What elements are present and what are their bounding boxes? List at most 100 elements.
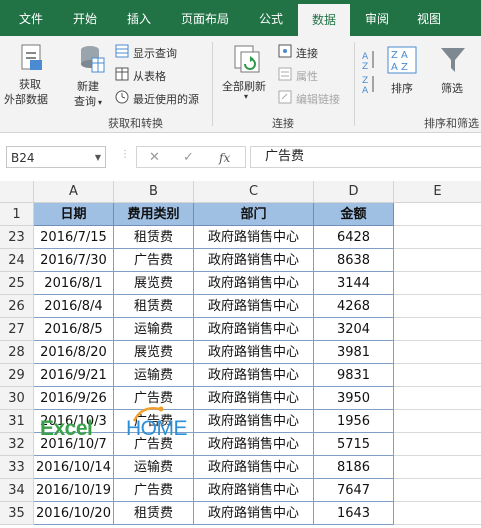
name-box[interactable]: B24 ▼: [6, 146, 106, 168]
edit-links-button[interactable]: 编辑链接: [296, 91, 340, 107]
empty-cell[interactable]: [394, 364, 481, 387]
amount-cell[interactable]: 1956: [314, 410, 394, 433]
row-header[interactable]: 23: [0, 226, 34, 249]
column-header-d[interactable]: D: [314, 181, 394, 203]
tab-file[interactable]: 文件: [8, 0, 54, 36]
table-header-cell[interactable]: 日期: [34, 203, 114, 226]
table-header-cell[interactable]: 费用类别: [114, 203, 194, 226]
column-header-b[interactable]: B: [114, 181, 194, 203]
tab-review[interactable]: 审阅: [354, 0, 400, 36]
properties-button[interactable]: 属性: [296, 68, 318, 84]
get-external-data-button[interactable]: 获取: [19, 76, 41, 92]
department-cell[interactable]: 政府路销售中心: [194, 364, 314, 387]
category-cell[interactable]: 广告费: [114, 249, 194, 272]
enter-icon[interactable]: ✓: [183, 147, 194, 169]
category-cell[interactable]: 运输费: [114, 318, 194, 341]
department-cell[interactable]: 政府路销售中心: [194, 479, 314, 502]
filter-button[interactable]: 筛选: [441, 80, 463, 96]
row-header[interactable]: 27: [0, 318, 34, 341]
amount-cell[interactable]: 5715: [314, 433, 394, 456]
department-cell[interactable]: 政府路销售中心: [194, 318, 314, 341]
cancel-icon[interactable]: ✕: [149, 147, 160, 169]
department-cell[interactable]: 政府路销售中心: [194, 502, 314, 525]
category-cell[interactable]: 运输费: [114, 456, 194, 479]
empty-cell[interactable]: [394, 479, 481, 502]
row-header[interactable]: 30: [0, 387, 34, 410]
connections-button[interactable]: 连接: [296, 45, 318, 61]
column-header-e[interactable]: E: [394, 181, 481, 203]
column-header-c[interactable]: C: [194, 181, 314, 203]
row-header[interactable]: 24: [0, 249, 34, 272]
row-header[interactable]: 35: [0, 502, 34, 525]
category-cell[interactable]: 租赁费: [114, 295, 194, 318]
empty-cell[interactable]: [394, 387, 481, 410]
amount-cell[interactable]: 3981: [314, 341, 394, 364]
category-cell[interactable]: 展览费: [114, 341, 194, 364]
row-header[interactable]: 31: [0, 410, 34, 433]
amount-cell[interactable]: 3204: [314, 318, 394, 341]
category-cell[interactable]: 展览费: [114, 272, 194, 295]
refresh-all-dropdown[interactable]: ▾: [244, 92, 248, 101]
row-header[interactable]: 26: [0, 295, 34, 318]
column-header-a[interactable]: A: [34, 181, 114, 203]
amount-cell[interactable]: 4268: [314, 295, 394, 318]
row-header[interactable]: 1: [0, 203, 34, 226]
table-header-cell[interactable]: 部门: [194, 203, 314, 226]
name-box-dropdown-icon[interactable]: ▼: [95, 147, 101, 169]
amount-cell[interactable]: 1643: [314, 502, 394, 525]
row-header[interactable]: 25: [0, 272, 34, 295]
empty-cell[interactable]: [394, 456, 481, 479]
empty-cell[interactable]: [394, 502, 481, 525]
empty-cell[interactable]: [394, 410, 481, 433]
department-cell[interactable]: 政府路销售中心: [194, 249, 314, 272]
date-cell[interactable]: 2016/10/20: [34, 502, 114, 525]
department-cell[interactable]: 政府路销售中心: [194, 272, 314, 295]
department-cell[interactable]: 政府路销售中心: [194, 387, 314, 410]
amount-cell[interactable]: 3950: [314, 387, 394, 410]
new-query-button-line2[interactable]: 查询 ▾: [74, 93, 102, 109]
date-cell[interactable]: 2016/10/14: [34, 456, 114, 479]
amount-cell[interactable]: 8638: [314, 249, 394, 272]
department-cell[interactable]: 政府路销售中心: [194, 226, 314, 249]
date-cell[interactable]: 2016/9/21: [34, 364, 114, 387]
row-header[interactable]: 34: [0, 479, 34, 502]
date-cell[interactable]: 2016/8/4: [34, 295, 114, 318]
select-all-corner[interactable]: [0, 181, 34, 203]
tab-formulas[interactable]: 公式: [248, 0, 294, 36]
department-cell[interactable]: 政府路销售中心: [194, 295, 314, 318]
date-cell[interactable]: 2016/10/19: [34, 479, 114, 502]
amount-cell[interactable]: 9831: [314, 364, 394, 387]
category-cell[interactable]: 租赁费: [114, 226, 194, 249]
date-cell[interactable]: 2016/8/20: [34, 341, 114, 364]
empty-cell[interactable]: [394, 203, 481, 226]
date-cell[interactable]: 2016/8/5: [34, 318, 114, 341]
get-external-data-button-line2[interactable]: 外部数据: [4, 91, 48, 107]
empty-cell[interactable]: [394, 226, 481, 249]
tab-view[interactable]: 视图: [406, 0, 452, 36]
amount-cell[interactable]: 6428: [314, 226, 394, 249]
row-header[interactable]: 28: [0, 341, 34, 364]
show-queries-button[interactable]: 显示查询: [133, 45, 177, 61]
category-cell[interactable]: 广告费: [114, 479, 194, 502]
row-header[interactable]: 29: [0, 364, 34, 387]
department-cell[interactable]: 政府路销售中心: [194, 456, 314, 479]
table-header-cell[interactable]: 金额: [314, 203, 394, 226]
amount-cell[interactable]: 7647: [314, 479, 394, 502]
empty-cell[interactable]: [394, 341, 481, 364]
tab-page-layout[interactable]: 页面布局: [170, 0, 240, 36]
tab-data[interactable]: 数据: [298, 4, 350, 36]
department-cell[interactable]: 政府路销售中心: [194, 410, 314, 433]
empty-cell[interactable]: [394, 318, 481, 341]
row-header[interactable]: 32: [0, 433, 34, 456]
category-cell[interactable]: 运输费: [114, 364, 194, 387]
date-cell[interactable]: 2016/8/1: [34, 272, 114, 295]
new-query-button[interactable]: 新建: [77, 78, 99, 94]
amount-cell[interactable]: 8186: [314, 456, 394, 479]
sort-button[interactable]: 排序: [391, 80, 413, 96]
amount-cell[interactable]: 3144: [314, 272, 394, 295]
empty-cell[interactable]: [394, 433, 481, 456]
empty-cell[interactable]: [394, 249, 481, 272]
date-cell[interactable]: 2016/7/15: [34, 226, 114, 249]
department-cell[interactable]: 政府路销售中心: [194, 341, 314, 364]
tab-insert[interactable]: 插入: [116, 0, 162, 36]
